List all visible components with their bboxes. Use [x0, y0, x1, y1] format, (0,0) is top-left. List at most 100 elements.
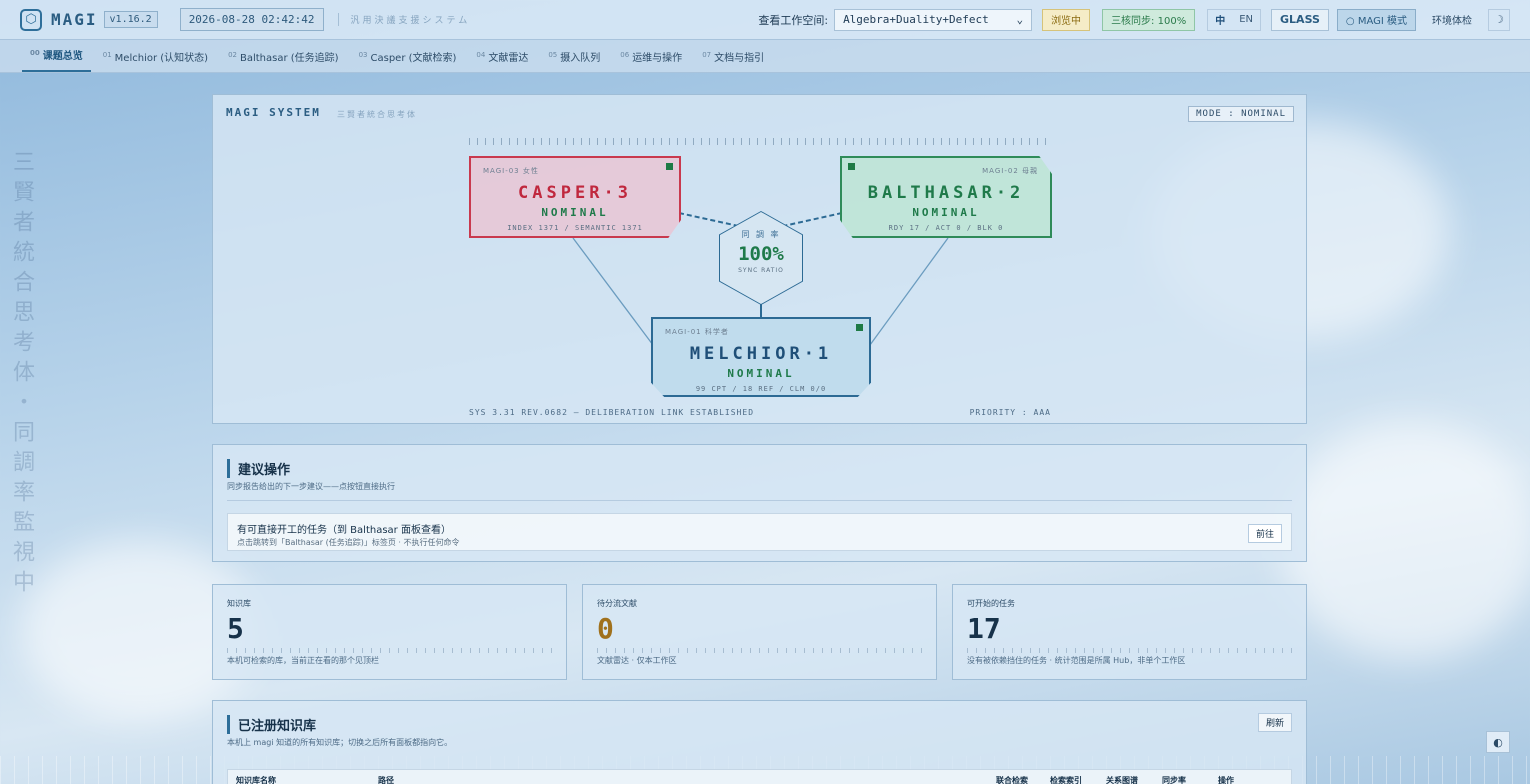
casper-tag: MAGI-03 女性 [483, 167, 539, 175]
go-button[interactable]: 前往 [1247, 524, 1282, 543]
stat-description: 没有被依赖挡住的任务 · 统计范围是所属 Hub，非单个工作区 [967, 656, 1186, 665]
tab-label: 课题总览 [42, 51, 83, 62]
tab-label: Balthasar (任务追踪) [239, 53, 339, 64]
balthasar-meta: RDY 17 / ACT 0 / BLK 0 [888, 224, 1004, 232]
glass-button[interactable]: GLASS [1271, 8, 1329, 31]
sync-ratio-sub: SYNC RATIO [738, 267, 784, 274]
sync-ratio-inner: 同 調 率 100% SYNC RATIO [720, 212, 802, 304]
browse-status-chip: 浏览中 [1042, 8, 1091, 31]
melchior-node[interactable]: MAGI-01 科学者 MELCHIOR·1 NOMINAL 99 CPT / … [651, 317, 871, 397]
tab-number: 03 [358, 50, 368, 59]
status-indicator-icon [856, 324, 863, 331]
status-indicator-icon [848, 163, 855, 170]
melchior-meta: 99 CPT / 18 REF / CLM 0/0 [695, 385, 827, 393]
hero-footer-status: SYS 3.31 REV.0682 — DELIBERATION LINK ES… [469, 408, 755, 417]
suggest-title: 建议操作 [227, 459, 290, 478]
hero-subtitle: 三賢者統合思考体 [337, 110, 417, 119]
tab-7[interactable]: 07 文档与指引 [694, 49, 772, 72]
tab-1[interactable]: 01 Melchior (认知状态) [95, 49, 216, 72]
casper-state: NOMINAL [541, 206, 609, 219]
stat-card-ready-tasks: 可开始的任务 17 没有被依赖挡住的任务 · 统计范围是所属 Hub，非单个工作… [952, 584, 1307, 680]
sync-ratio-hexagon: 同 調 率 100% SYNC RATIO [719, 211, 803, 305]
stat-caption: 待分流文献 [597, 599, 637, 608]
stat-card-pending-literature: 待分流文献 0 文献雷达 · 仅本工作区 [582, 584, 937, 680]
chevron-down-icon: ⌄ [1016, 13, 1024, 26]
tab-number: 07 [702, 50, 712, 59]
tab-4[interactable]: 04 文献雷达 [468, 49, 536, 72]
balthasar-state: NOMINAL [912, 206, 980, 219]
tab-3[interactable]: 03 Casper (文献检索) [351, 49, 465, 72]
sync-status-chip: 三核同步: 100% [1102, 8, 1196, 31]
suggested-actions-panel: 建议操作 同步报告给出的下一步建议——点按钮直接执行 有可直接开工的任务（到 B… [212, 444, 1307, 562]
tab-number: 00 [30, 48, 40, 57]
suggestion-title: 有可直接开工的任务（到 Balthasar 面板查看） [237, 525, 451, 536]
divider [227, 500, 1292, 501]
workspace-select-value: Algebra+Duality+Defect [843, 13, 989, 26]
melchior-tag: MAGI-01 科学者 [665, 328, 729, 336]
kb-table-header: 知识库名称 路径 联合检索 检索索引 关系图谱 同步率 操作 [227, 769, 1292, 784]
melchior-name: MELCHIOR·1 [689, 344, 833, 364]
balthasar-node[interactable]: MAGI-02 母親 BALTHASAR·2 NOMINAL RDY 17 / … [840, 156, 1052, 238]
column-header[interactable]: 路径 [378, 775, 394, 784]
casper-meta: INDEX 1371 / SEMANTIC 1371 [507, 224, 643, 232]
stat-card-knowledge-bases: 知识库 5 本机可检索的库，当前正在看的那个见顶栏 [212, 584, 567, 680]
tab-number: 01 [102, 50, 112, 59]
tab-0[interactable]: 00 课题总览 [22, 47, 91, 72]
stat-caption: 可开始的任务 [967, 599, 1015, 608]
registered-kb-panel: 已注册知识库 本机上 magi 知道的所有知识库；切换之后所有面板都指向它。 刷… [212, 700, 1307, 784]
hero-footer-priority: PRIORITY : AAA [969, 408, 1051, 417]
tab-2[interactable]: 02 Balthasar (任务追踪) [220, 49, 347, 72]
stat-value: 0 [597, 612, 614, 645]
tab-number: 06 [620, 50, 630, 59]
tab-6[interactable]: 06 运维与操作 [612, 49, 690, 72]
casper-name: CASPER·3 [518, 183, 632, 203]
bg-cloud [1280, 420, 1530, 660]
datetime-display: 2026-08-28 02:42:42 [179, 8, 324, 31]
suggestion-subtitle: 点击跳转到「Balthasar (任务追踪)」标签页 · 不执行任何命令 [237, 538, 460, 547]
version-badge: v1.16.2 [103, 11, 158, 28]
kb-subtitle: 本机上 magi 知道的所有知识库；切换之后所有面板都指向它。 [227, 738, 453, 747]
side-vertical-text: 三賢者統合思考体・同調率監視中 [9, 150, 34, 600]
workspace-select[interactable]: Algebra+Duality+Defect ⌄ [834, 8, 1033, 31]
column-header[interactable]: 同步率 [1162, 775, 1186, 784]
suggest-subtitle: 同步报告给出的下一步建议——点按钮直接执行 [227, 482, 395, 491]
tab-label: 文档与指引 [714, 53, 765, 64]
column-header[interactable]: 联合检索 [996, 775, 1028, 784]
tab-label: Casper (文献检索) [370, 53, 457, 64]
env-check-button[interactable]: 环境体检 [1424, 9, 1480, 31]
sync-ratio-label: 同 調 率 [741, 230, 781, 239]
brand-title: MAGI [51, 10, 98, 29]
column-header[interactable]: 知识库名称 [236, 775, 276, 784]
magi-mode-button[interactable]: ○ MAGI 模式 [1336, 8, 1416, 31]
moon-icon[interactable]: ☽ [1488, 8, 1510, 31]
lang-zh-button[interactable]: 中 [1208, 10, 1232, 30]
balthasar-tag: MAGI-02 母親 [982, 167, 1038, 175]
lang-en-button[interactable]: EN [1232, 10, 1260, 30]
refresh-button[interactable]: 刷新 [1257, 713, 1292, 732]
casper-node[interactable]: MAGI-03 女性 CASPER·3 NOMINAL INDEX 1371 /… [469, 156, 681, 238]
system-name: 汎用決議支援システム [337, 13, 471, 26]
theme-float-icon[interactable]: ◐ [1486, 731, 1510, 753]
tab-number: 02 [228, 50, 237, 59]
suggestion-item: 有可直接开工的任务（到 Balthasar 面板查看） 点击跳转到「Baltha… [227, 513, 1292, 551]
tab-label: 文献雷达 [488, 53, 529, 64]
kb-title: 已注册知识库 [227, 715, 316, 734]
stat-divider [967, 648, 1292, 653]
language-toggle: 中 EN [1207, 8, 1262, 31]
stat-divider [597, 648, 922, 653]
tick-ruler [469, 138, 1049, 145]
workspace-label: 查看工作空间: [758, 13, 829, 27]
status-indicator-icon [666, 163, 673, 170]
hero-title: MAGI SYSTEM [226, 106, 321, 119]
column-header[interactable]: 操作 [1218, 775, 1234, 784]
tab-5[interactable]: 05 摄入队列 [540, 49, 608, 72]
column-header[interactable]: 检索索引 [1050, 775, 1082, 784]
column-header[interactable]: 关系图谱 [1106, 775, 1138, 784]
stat-value: 5 [227, 612, 244, 645]
top-header: ⬡ MAGI v1.16.2 2026-08-28 02:42:42 汎用決議支… [0, 0, 1530, 40]
stat-caption: 知识库 [227, 599, 251, 608]
tab-bar: 00 课题总览 01 Melchior (认知状态) 02 Balthasar (任务追踪… [0, 40, 1530, 73]
tab-number: 05 [548, 50, 558, 59]
balthasar-name: BALTHASAR·2 [867, 183, 1025, 203]
magi-logo-icon: ⬡ [20, 8, 42, 31]
